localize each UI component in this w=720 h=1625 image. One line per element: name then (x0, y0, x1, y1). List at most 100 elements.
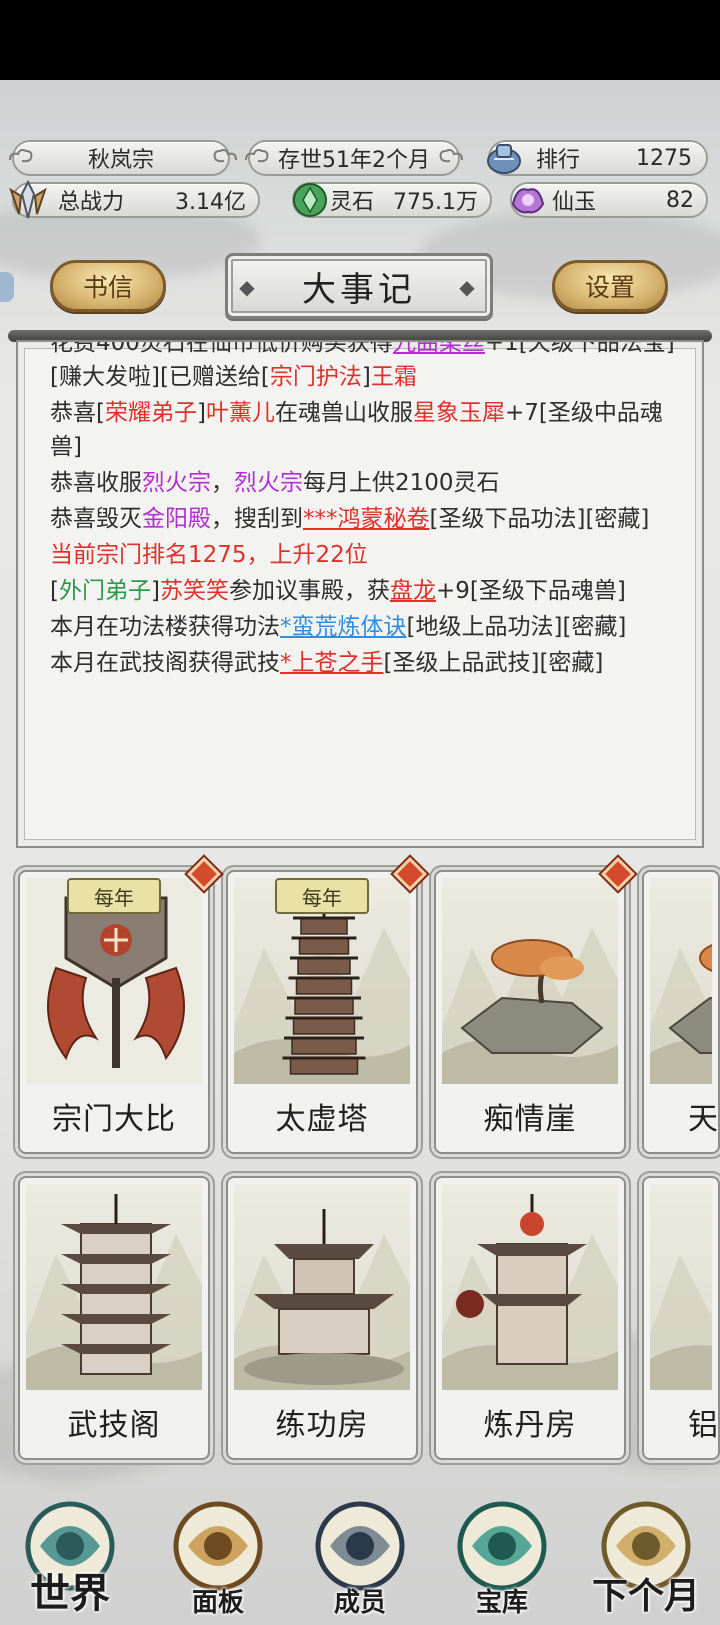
log-text: 参加议事殿，获 (228, 578, 390, 604)
log-text: ] (150, 578, 160, 604)
event-log-list: 花费400灵石在仙市低价购买获得九曲柔丝+1[天级下品法宝][赚大发啦][已赠送… (50, 342, 690, 682)
log-entry: 恭喜收服烈火宗，烈火宗每月上供2100灵石 (50, 466, 690, 500)
event-log[interactable]: 花费400灵石在仙市低价购买获得九曲柔丝+1[天级下品法宝][赚大发啦][已赠送… (16, 340, 704, 848)
log-highlight[interactable]: ***鸿蒙秘卷 (303, 506, 430, 532)
nav-label: 宝库 (475, 1588, 528, 1618)
jade-label: 仙玉 (552, 190, 597, 215)
log-highlight: 星象玉犀 (412, 400, 505, 426)
sect-name: 秋岚宗 (87, 148, 154, 173)
building-card[interactable]: 天 (642, 870, 720, 1154)
log-highlight: 荣耀弟子 (104, 400, 197, 426)
sect-header: 秋岚宗 存世51年2个月 排行 1275 总战力 3.14亿 灵石 775.1万… (0, 130, 720, 225)
log-text: [ (50, 578, 59, 604)
log-entry: 当前宗门排名1275，上升22位 (50, 538, 690, 572)
log-highlight[interactable]: 九曲柔丝 (393, 342, 485, 356)
bottom-nav: 世界 面板 成员 宝库 下个月 (0, 1478, 720, 1625)
scroll-panel-icon (173, 1501, 263, 1591)
log-highlight: 烈火宗 (142, 470, 211, 496)
letters-button[interactable]: 书信 (50, 260, 166, 312)
log-entry: [外门弟子]苏笑笑参加议事殿，获盘龙+9[圣级下品魂兽] (50, 574, 690, 608)
status-bar (0, 0, 720, 80)
nav-label: 成员 (333, 1588, 386, 1618)
log-highlight: 外门弟子 (58, 578, 151, 604)
building-name: 炼丹房 (483, 1408, 577, 1443)
log-entry: 本月在武技阁获得武技*上苍之手[圣级上品武技][密藏] (50, 646, 690, 680)
power-label: 总战力 (58, 190, 125, 215)
nav-label: 下个月 (591, 1575, 700, 1617)
building-card[interactable]: 每年 太虚塔 (226, 870, 418, 1154)
building-card[interactable]: 铝 (642, 1176, 720, 1460)
log-text: 恭喜毁灭 (50, 506, 142, 532)
settings-button[interactable]: 设置 (552, 260, 668, 312)
cloud-ornament-icon (439, 149, 463, 163)
building-name: 铝 (688, 1408, 719, 1443)
building-card[interactable]: 武技阁 (18, 1176, 210, 1460)
cloud-ornament-icon (245, 149, 269, 163)
existence-time: 存世51年2个月 (278, 148, 430, 173)
log-text: ] (196, 400, 206, 426)
nav-scroll-panel[interactable]: 面板 (148, 1478, 288, 1625)
log-highlight: 王霜 (370, 364, 417, 390)
page-title: ◆ 大事记 ◆ (225, 253, 493, 319)
log-entry: 本月在功法楼获得功法*蛮荒炼体诀[地级上品功法][密藏] (50, 610, 690, 644)
building-name: 天 (688, 1102, 719, 1137)
log-highlight: 烈火宗 (234, 470, 303, 496)
page-title-text: 大事记 (302, 269, 416, 310)
log-text: +9[圣级下品魂兽] (435, 578, 626, 604)
building-card[interactable]: 炼丹房 (434, 1176, 626, 1460)
cloud-ornament-icon (213, 149, 237, 163)
building-name: 练功房 (275, 1408, 369, 1443)
power-icon (6, 180, 50, 220)
building-card[interactable]: 痴情崖 (434, 870, 626, 1154)
building-illustration (26, 1184, 202, 1390)
log-text: 本月在功法楼获得功法 (50, 614, 280, 640)
building-card[interactable]: 练功房 (226, 1176, 418, 1460)
power-value: 3.14亿 (175, 190, 246, 215)
building-illustration (442, 878, 618, 1084)
yearly-badge: 每年 (67, 878, 161, 914)
diamond-ornament-icon: ◆ (239, 275, 259, 299)
log-text: [圣级上品武技][密藏] (383, 650, 604, 676)
log-text: 在魂兽山收服 (274, 400, 413, 426)
log-text: ，搜刮到 (211, 506, 303, 532)
cloud-ornament-icon (9, 149, 33, 163)
building-illustration (234, 1184, 410, 1390)
spirit-stone-value: 775.1万 (393, 190, 478, 215)
existence-plate: 存世51年2个月 (248, 140, 460, 176)
nav-next-month-swirl[interactable]: 下个月 (576, 1478, 716, 1625)
log-text: 花费400灵石在仙市低价购买获得 (50, 340, 393, 356)
log-text: ， (211, 470, 234, 496)
spirit-stone-icon (288, 180, 332, 220)
side-tab[interactable] (0, 272, 14, 302)
nav-member-figure[interactable]: 成员 (290, 1478, 430, 1625)
log-entry: 花费400灵石在仙市低价购买获得九曲柔丝+1[天级下品法宝][赚大发啦][已赠送… (50, 340, 690, 394)
building-name: 太虚塔 (275, 1102, 369, 1137)
log-highlight[interactable]: *上苍之手 (280, 650, 384, 676)
nav-treasury-yinyang[interactable]: 宝库 (432, 1478, 572, 1625)
log-text: [圣级下品功法][密藏] (429, 506, 650, 532)
log-text: ] (361, 364, 371, 390)
log-highlight[interactable]: *蛮荒炼体诀 (280, 614, 407, 640)
nav-label: 面板 (191, 1588, 244, 1618)
spirit-stone-label: 灵石 (330, 190, 375, 215)
sect-name-plate: 秋岚宗 (12, 140, 230, 176)
log-text: 恭喜收服 (50, 470, 142, 496)
building-illustration (650, 878, 712, 1084)
log-highlight: 金阳殿 (142, 506, 211, 532)
nav-label: 世界 (30, 1570, 110, 1617)
yearly-badge: 每年 (275, 878, 369, 914)
log-text: 本月在武技阁获得武技 (50, 650, 280, 676)
log-entry: 恭喜毁灭金阳殿，搜刮到***鸿蒙秘卷[圣级下品功法][密藏] (50, 502, 690, 536)
nav-world-emblem[interactable]: 世界 (0, 1478, 140, 1625)
log-entry: 恭喜[荣耀弟子]叶薰儿在魂兽山收服星象玉犀+7[圣级中品魂兽] (50, 396, 690, 464)
log-text: 恭喜[ (50, 400, 105, 426)
building-name: 痴情崖 (483, 1102, 577, 1137)
jade-value: 82 (666, 187, 694, 213)
building-name: 武技阁 (67, 1408, 161, 1443)
log-highlight: 当前宗门排名1275，上升22位 (50, 542, 368, 568)
log-highlight[interactable]: 盘龙 (390, 578, 436, 604)
log-highlight: 宗门护法 (269, 364, 362, 390)
building-illustration (442, 1184, 618, 1390)
member-figure-icon (315, 1501, 405, 1591)
building-card[interactable]: 每年 宗门大比 (18, 870, 210, 1154)
